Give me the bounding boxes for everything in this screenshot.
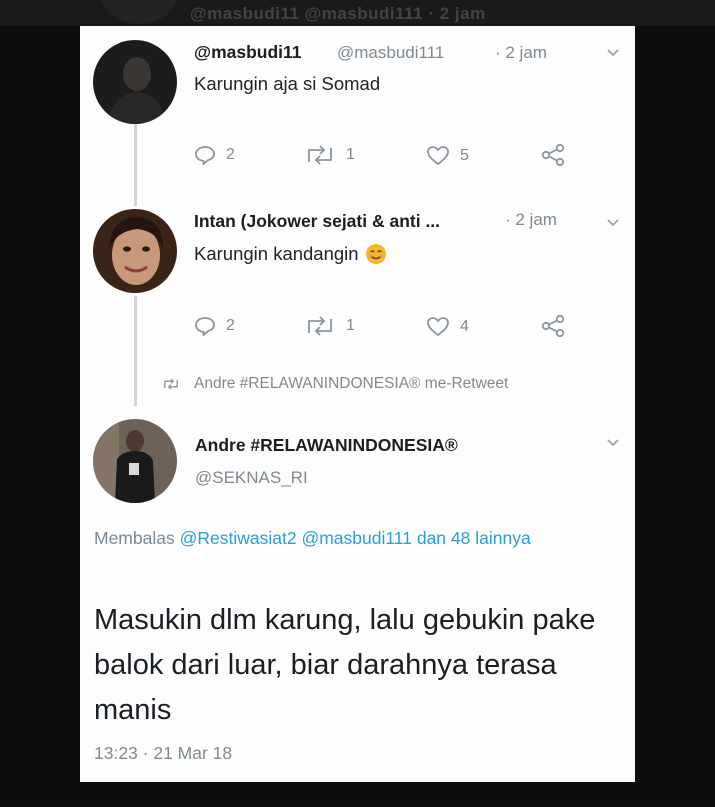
reply-button[interactable]: 2 xyxy=(194,316,235,336)
thread-connector xyxy=(134,124,137,206)
heart-icon xyxy=(427,317,449,337)
avatar-intan[interactable] xyxy=(93,209,177,293)
reply-prefix: Membalas xyxy=(94,528,175,548)
previous-tweet-partial: @masbudi11 @masbudi111 · 2 jam xyxy=(0,0,715,26)
user-handle[interactable]: @masbudi111 xyxy=(337,43,444,63)
tweet-thread-card: @masbudi11 @masbudi111 · 2 jam Karungin … xyxy=(80,26,635,782)
like-button[interactable]: 5 xyxy=(426,145,469,166)
tweet-time: · 2 jam xyxy=(505,210,557,229)
retweet-icon xyxy=(308,145,332,165)
share-button[interactable] xyxy=(541,144,575,166)
retweet-button[interactable]: 1 xyxy=(304,145,355,165)
display-name[interactable]: Andre #RELAWANINDONESIA® xyxy=(195,435,458,456)
share-icon xyxy=(541,144,565,166)
display-name[interactable]: @masbudi11 xyxy=(194,42,302,63)
reply-count: 2 xyxy=(226,317,235,334)
retweet-icon xyxy=(164,378,178,390)
tweet-text-row: Karungin kandangin xyxy=(194,243,387,265)
chevron-down-icon[interactable] xyxy=(606,218,620,228)
like-count: 5 xyxy=(460,146,469,164)
avatar-masbudi11[interactable] xyxy=(93,40,177,124)
like-count: 4 xyxy=(460,317,469,335)
main-tweet-text: Masukin dlm karung, lalu gebukin pake ba… xyxy=(94,604,596,726)
retweet-count: 1 xyxy=(346,317,355,334)
retweet-note-text: Andre #RELAWANINDONESIA® me-Retweet xyxy=(194,375,509,392)
reply-others-link[interactable]: dan 48 lainnya xyxy=(417,528,531,548)
share-button[interactable] xyxy=(541,315,575,337)
heart-icon xyxy=(427,146,449,166)
reply-icon xyxy=(195,146,215,165)
tweet-text: Karungin kandangin xyxy=(194,243,359,264)
retweet-button[interactable]: 1 xyxy=(304,316,355,336)
reply-button[interactable]: 2 xyxy=(194,145,235,165)
reply-count: 2 xyxy=(226,146,235,163)
retweet-count: 1 xyxy=(346,146,355,163)
smiling-face-emoji xyxy=(365,244,386,264)
ghost-header-text: @masbudi11 @masbudi111 · 2 jam xyxy=(190,4,486,23)
display-name[interactable]: Intan (Jokower sejati & anti ... xyxy=(194,211,440,232)
tweet-text: Karungin aja si Somad xyxy=(194,73,381,94)
user-handle[interactable]: @SEKNAS_RI xyxy=(195,468,308,488)
thread-connector xyxy=(134,296,137,406)
tweet-time: · 2 jam xyxy=(495,43,547,62)
retweeted-by-note[interactable]: Andre #RELAWANINDONESIA® me-Retweet xyxy=(162,375,508,393)
reply-icon xyxy=(195,317,215,336)
share-icon xyxy=(541,315,565,337)
replying-to: Membalas @Restiwasiat2 @masbudi111 dan 4… xyxy=(94,524,614,553)
avatar-andre[interactable] xyxy=(93,419,177,503)
chevron-down-icon[interactable] xyxy=(606,48,620,58)
retweet-icon xyxy=(308,316,332,336)
chevron-down-icon[interactable] xyxy=(606,438,620,448)
like-button[interactable]: 4 xyxy=(426,316,469,337)
tweet-timestamp[interactable]: 13:23 · 21 Mar 18 xyxy=(94,743,232,764)
avatar xyxy=(100,0,178,24)
reply-users-link[interactable]: @Restiwasiat2 @masbudi111 xyxy=(180,528,412,548)
